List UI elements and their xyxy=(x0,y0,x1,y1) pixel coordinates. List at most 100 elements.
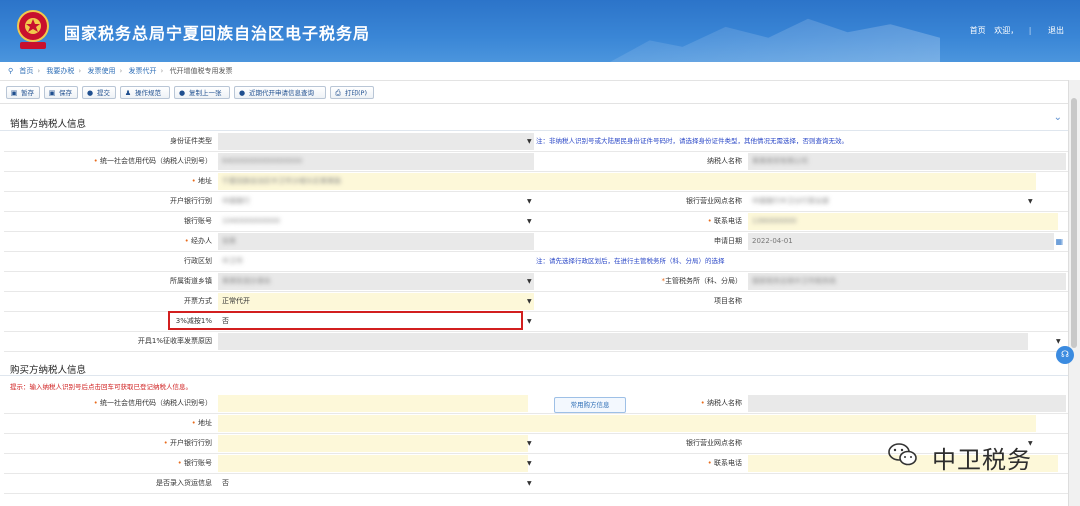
street-select[interactable]: 某某街道办事处 xyxy=(218,273,534,290)
submit-button[interactable]: ● 提交 xyxy=(82,86,116,99)
print-icon: ⎙ xyxy=(335,89,341,97)
id-type-note: 注：非纳税人识别号或大陆居民身份证件号码时，请选择身份证件类型，其他情况无需选择… xyxy=(536,137,848,145)
section-divider xyxy=(0,375,1068,376)
save-draft-button[interactable]: ▣ 暂存 xyxy=(6,86,40,99)
operation-guide-button[interactable]: ♟ 操作规范 xyxy=(120,86,170,99)
buyer-address-field[interactable] xyxy=(218,415,1036,432)
customer-service-icon[interactable]: ☊ xyxy=(1056,346,1074,364)
scrollbar-thumb[interactable] xyxy=(1071,98,1077,348)
buyer-account-field[interactable] xyxy=(218,455,528,472)
buyer-section-title: 购买方纳税人信息 xyxy=(10,365,87,376)
agent-label: • 经办人 xyxy=(184,237,212,245)
chevron-down-icon[interactable]: ⌄ xyxy=(1054,112,1062,123)
buyer-name-field[interactable] xyxy=(748,395,1066,412)
form-row: 开票方式 正常代开 ▼ 项目名称 xyxy=(4,292,1068,312)
home-link[interactable]: 首页 xyxy=(970,26,986,35)
form-row: • 经办人 张某 申请日期 2022-04-01 ▦ xyxy=(4,232,1068,252)
breadcrumb-my-tax[interactable]: 我要办税 xyxy=(46,67,74,75)
recent-query-button[interactable]: ● 近期代开申请信息查询 xyxy=(234,86,326,99)
phone-field[interactable]: 1390000000 xyxy=(748,213,1058,230)
seller-name-field[interactable]: 某某商贸有限公司 xyxy=(748,153,1066,170)
save-button[interactable]: ▣ 保存 xyxy=(44,86,78,99)
query-icon: ● xyxy=(238,89,246,97)
breadcrumb: ⚲ 首页 › 我要办税 › 发票使用 › 发票代开 › 代开增值税专用发票 xyxy=(0,62,1080,81)
form-row: 身份证件类型 ▼ 注：非纳税人识别号或大陆居民身份证件号码时，请选择身份证件类型… xyxy=(4,132,1068,152)
bank-label: 开户银行行别 xyxy=(170,197,212,205)
region-select[interactable]: 中卫市 xyxy=(218,253,534,270)
breadcrumb-home[interactable]: 首页 xyxy=(19,67,33,75)
guide-icon: ♟ xyxy=(124,89,132,97)
buyer-bank-label: • 开户银行行别 xyxy=(163,439,212,447)
address-label: • 地址 xyxy=(191,177,212,185)
buyer-account-label: • 银行账号 xyxy=(177,459,212,467)
apply-date-field[interactable]: 2022-04-01 xyxy=(748,233,1054,250)
account-field[interactable]: 1040000000000 xyxy=(218,213,534,230)
tax-office-select[interactable]: 国家税务总局中卫市税务局 xyxy=(748,273,1066,290)
save-draft-icon: ▣ xyxy=(10,89,18,97)
tax-office-label: *主管税务所（科、分局） xyxy=(661,277,743,285)
save-icon: ▣ xyxy=(48,89,56,97)
dropdown-arrow-icon[interactable]: ▼ xyxy=(1028,192,1033,211)
form-row: 行政区划 中卫市 注：请先选择行政区划后，在进行主管税务所（科、分局）的选择 xyxy=(4,252,1068,272)
shipping-label: 是否录入货运信息 xyxy=(156,479,212,487)
highlight-box xyxy=(168,311,523,330)
buyer-branch-label: 银行营业网点名称 xyxy=(686,439,742,447)
section-divider xyxy=(0,130,1068,131)
calendar-icon[interactable]: ▦ xyxy=(1055,232,1063,251)
watermark-text: 中卫税务 xyxy=(932,446,1032,474)
project-name-field[interactable] xyxy=(748,293,1066,310)
credit-code-field[interactable]: 640000000000000000 xyxy=(218,153,534,170)
dropdown-arrow-icon[interactable]: ▼ xyxy=(527,132,532,151)
id-type-label: 身份证件类型 xyxy=(170,137,212,145)
form-row: 是否录入货运信息 否 ▼ xyxy=(4,474,1068,494)
dropdown-arrow-icon[interactable]: ▼ xyxy=(527,192,532,211)
breadcrumb-separator: › xyxy=(78,67,82,75)
region-label: 行政区划 xyxy=(184,257,212,265)
street-label: 所属街道乡镇 xyxy=(170,277,212,285)
form-row: 所属街道乡镇 某某街道办事处 ▼ *主管税务所（科、分局） 国家税务总局中卫市税… xyxy=(4,272,1068,292)
agent-field[interactable]: 张某 xyxy=(218,233,534,250)
shipping-select[interactable]: 否 xyxy=(218,475,528,492)
page-scrollbar[interactable] xyxy=(1068,80,1080,506)
dropdown-arrow-icon[interactable]: ▼ xyxy=(527,212,532,231)
site-header: 国家税务总局宁夏回族自治区电子税务局 首页 欢迎， | 退出 xyxy=(0,0,1080,62)
copy-icon: ● xyxy=(178,89,186,97)
great-wall-banner xyxy=(610,18,940,62)
address-field[interactable]: 宁夏回族自治区中卫市沙坡头区某某路 xyxy=(218,173,1036,190)
dropdown-arrow-icon[interactable]: ▼ xyxy=(527,474,532,493)
breadcrumb-separator: › xyxy=(160,67,164,75)
copy-previous-button[interactable]: ● 复制上一张 xyxy=(174,86,230,99)
wechat-icon xyxy=(888,443,917,466)
breadcrumb-current: 代开增值税专用发票 xyxy=(169,67,233,75)
buyer-address-label: • 地址 xyxy=(191,419,212,427)
dropdown-arrow-icon[interactable]: ▼ xyxy=(527,272,532,291)
reason-select[interactable] xyxy=(218,333,1028,350)
dropdown-arrow-icon[interactable]: ▼ xyxy=(527,312,532,331)
bank-select[interactable]: 中国银行 xyxy=(218,193,534,210)
header-links: 首页 欢迎， | 退出 xyxy=(964,25,1064,36)
buyer-credit-code-label: • 统一社会信用代码（纳税人识别号） xyxy=(93,399,212,407)
print-button[interactable]: ⎙ 打印(P) xyxy=(330,86,374,99)
tax-emblem-icon xyxy=(17,10,49,49)
buyer-bank-select[interactable] xyxy=(218,435,528,452)
dropdown-arrow-icon[interactable]: ▼ xyxy=(527,434,532,453)
buyer-tip: 提示：输入纳税人识别号后点击回车可获取已登记纳税人信息。 xyxy=(10,383,192,391)
form-row: 银行账号 1040000000000 ▼ • 联系电话 1390000000 xyxy=(4,212,1068,232)
form-row: • 地址 xyxy=(4,414,1068,434)
id-type-select[interactable] xyxy=(218,133,534,150)
dropdown-arrow-icon[interactable]: ▼ xyxy=(527,292,532,311)
submit-icon: ● xyxy=(86,89,94,97)
bank-branch-label: 银行营业网点名称 xyxy=(686,197,742,205)
invoice-mode-select[interactable]: 正常代开 xyxy=(218,293,534,310)
logout-link[interactable]: 退出 xyxy=(1048,26,1064,35)
buyer-name-label: • 纳税人名称 xyxy=(700,399,742,407)
project-name-label: 项目名称 xyxy=(714,297,742,305)
breadcrumb-invoice-agent[interactable]: 发票代开 xyxy=(129,67,157,75)
buyer-credit-code-field[interactable] xyxy=(218,395,528,412)
dropdown-arrow-icon[interactable]: ▼ xyxy=(527,454,532,473)
buyer-phone-label: • 联系电话 xyxy=(707,459,742,467)
breadcrumb-invoice-use[interactable]: 发票使用 xyxy=(87,67,115,75)
invoice-mode-label: 开票方式 xyxy=(184,297,212,305)
bank-branch-select[interactable]: 中国银行中卫分行营业部 xyxy=(748,193,1032,210)
header-separator: | xyxy=(1028,26,1032,35)
